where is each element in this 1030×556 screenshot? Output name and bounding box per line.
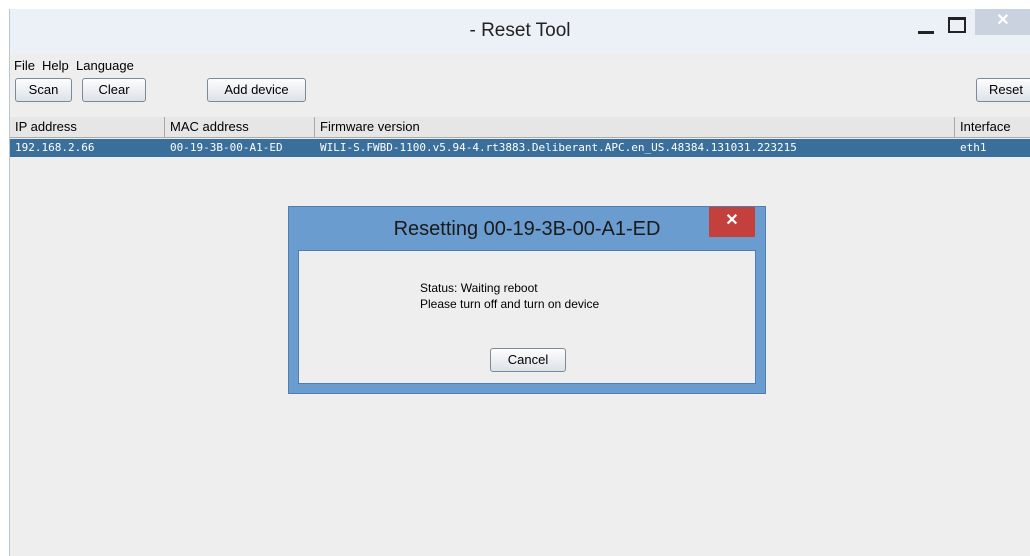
reset-button[interactable]: Reset	[976, 78, 1030, 102]
cell-interface: eth1	[960, 141, 987, 154]
dialog-title: Resetting 00-19-3B-00-A1-ED	[393, 218, 661, 240]
cell-mac: 00-19-3B-00-A1-ED	[170, 141, 283, 154]
table-row[interactable]: 192.168.2.66 00-19-3B-00-A1-ED WILI-S.FW…	[10, 139, 1030, 157]
dialog-close-icon[interactable]: ✕	[709, 207, 755, 237]
clear-button[interactable]: Clear	[82, 78, 146, 102]
cell-ip: 192.168.2.66	[15, 141, 95, 154]
table-header: IP address MAC address Firmware version …	[10, 117, 1030, 138]
maximize-icon[interactable]	[946, 15, 968, 35]
title-bar[interactable]: - Reset Tool ✕	[10, 9, 1030, 53]
add-device-button[interactable]: Add device	[207, 78, 306, 102]
column-header-interface[interactable]: Interface	[955, 117, 1030, 137]
toolbar: Scan Clear Add device Reset	[10, 78, 1030, 108]
message-text: Please turn off and turn on device	[420, 297, 600, 311]
column-header-ip[interactable]: IP address	[10, 117, 165, 137]
menu-bar: File Help Language	[10, 53, 1030, 76]
cell-firmware: WILI-S.FWBD-1100.v5.94-4.rt3883.Delibera…	[320, 141, 797, 154]
column-header-firmware[interactable]: Firmware version	[315, 117, 955, 137]
close-icon[interactable]: ✕	[975, 9, 1030, 35]
reset-dialog: Resetting 00-19-3B-00-A1-ED ✕ Status: Wa…	[288, 206, 766, 394]
dialog-body: Status: Waiting reboot Please turn off a…	[298, 250, 756, 384]
window-title: - Reset Tool	[469, 20, 571, 41]
cancel-button[interactable]: Cancel	[490, 348, 566, 372]
column-header-mac[interactable]: MAC address	[165, 117, 315, 137]
status-text: Status: Waiting reboot	[420, 281, 538, 295]
menu-help[interactable]: Help	[42, 58, 69, 73]
scan-button[interactable]: Scan	[15, 78, 72, 102]
menu-language[interactable]: Language	[76, 58, 134, 73]
minimize-icon[interactable]	[915, 19, 937, 39]
menu-file[interactable]: File	[14, 58, 35, 73]
